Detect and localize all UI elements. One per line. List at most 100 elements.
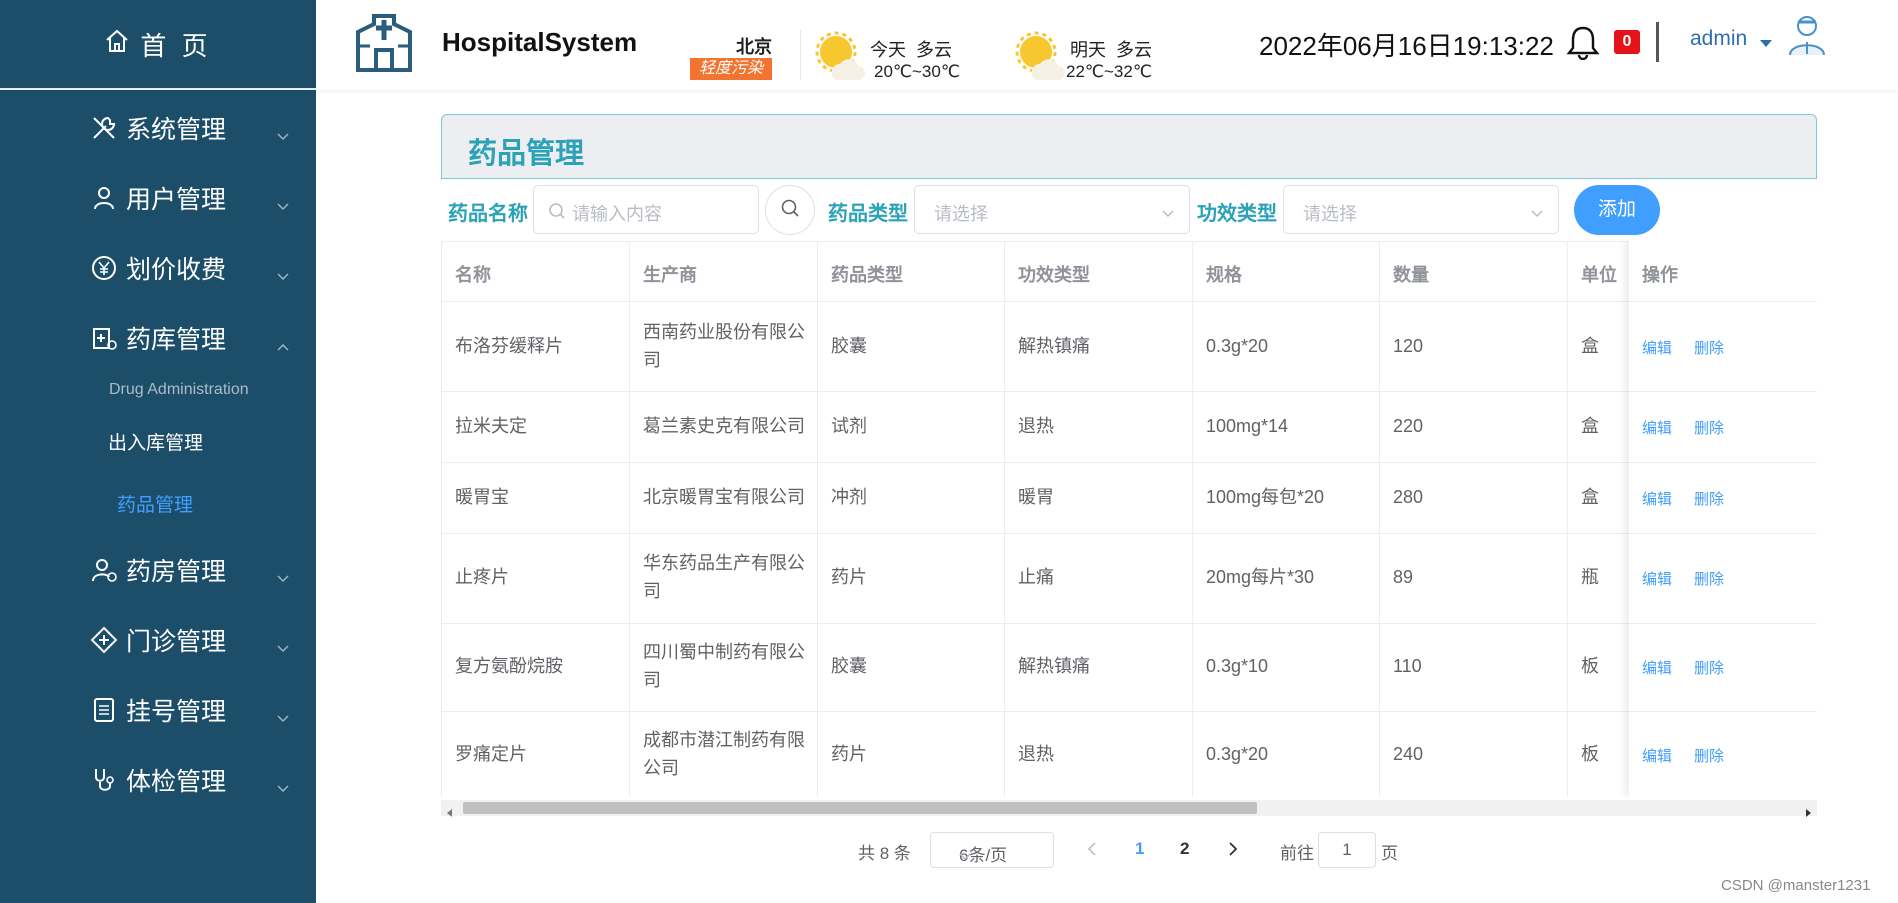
cell-name: 布洛芬缓释片 xyxy=(455,336,563,356)
edit-button[interactable]: 编辑 xyxy=(1642,488,1672,509)
goto-page-input[interactable]: 1 xyxy=(1318,832,1376,868)
row-divider xyxy=(1629,301,1817,302)
row-divider xyxy=(1629,391,1817,392)
row-divider xyxy=(441,301,1817,302)
cell-spec: 0.3g*20 xyxy=(1206,744,1269,764)
row-divider xyxy=(1629,623,1817,624)
row-divider xyxy=(441,391,1817,392)
sidebar-item-clinic[interactable]: 门诊管理 xyxy=(0,615,316,665)
app-name: HospitalSystem xyxy=(442,27,638,57)
notification-count-badge: 0 xyxy=(1614,30,1640,54)
doctor-avatar-icon[interactable] xyxy=(1786,12,1828,61)
edit-button[interactable]: 编辑 xyxy=(1642,745,1672,766)
scrollbar-thumb[interactable] xyxy=(463,802,1257,814)
horizontal-scrollbar[interactable] xyxy=(441,800,1817,817)
submenu-item-drug-management[interactable]: 药品管理 xyxy=(0,490,316,517)
cell-maker-cont: 公司 xyxy=(643,758,679,778)
drug-name-placeholder: 请输入内容 xyxy=(572,204,662,224)
sidebar-item-billing[interactable]: 划价收费 xyxy=(0,243,316,293)
drug-name-input[interactable]: 请输入内容 xyxy=(533,185,759,234)
top-header: HospitalSystem 北京 轻度污染 今天 多云 20℃~30℃ 明天 … xyxy=(316,0,1898,90)
column-header-effect-type: 功效类型 xyxy=(1018,265,1090,285)
pollution-badge: 轻度污染 xyxy=(690,58,772,80)
partly-cloudy-icon xyxy=(1012,30,1068,87)
cell-maker: 华东药品生产有限公 xyxy=(643,553,805,573)
column-divider xyxy=(1192,241,1193,797)
submenu-item-stock-io[interactable]: 出入库管理 xyxy=(0,428,316,455)
cell-effect-type: 暖胃 xyxy=(1018,487,1054,507)
edit-button[interactable]: 编辑 xyxy=(1642,568,1672,589)
sidebar-home[interactable]: 首 页 xyxy=(0,0,316,90)
effect-type-label: 功效类型 xyxy=(1197,203,1277,225)
column-header-maker: 生产商 xyxy=(643,265,697,285)
delete-button[interactable]: 删除 xyxy=(1694,657,1724,678)
goto-label: 前往 xyxy=(1280,844,1314,863)
edit-button[interactable]: 编辑 xyxy=(1642,417,1672,438)
cell-maker: 西南药业股份有限公 xyxy=(643,322,805,342)
cell-name: 拉米夫定 xyxy=(455,416,527,436)
page-number-current[interactable]: 1 xyxy=(1135,839,1144,859)
delete-button[interactable]: 删除 xyxy=(1694,337,1724,358)
weather-tomorrow-temp: 22℃~32℃ xyxy=(1066,62,1152,81)
bell-icon[interactable] xyxy=(1566,24,1600,65)
sidebar-item-checkup[interactable]: 体检管理 xyxy=(0,755,316,805)
page-size-select[interactable]: 6条/页 xyxy=(930,832,1054,868)
hospital-logo-icon xyxy=(352,6,416,77)
delete-button[interactable]: 删除 xyxy=(1694,417,1724,438)
home-icon xyxy=(104,28,130,61)
column-header-drug-type: 药品类型 xyxy=(831,265,903,285)
scroll-left-icon[interactable] xyxy=(446,804,454,822)
cell-effect-type: 解热镇痛 xyxy=(1018,656,1090,676)
user-menu[interactable]: admin xyxy=(1690,27,1747,51)
prev-page-icon[interactable] xyxy=(1087,842,1097,861)
cell-drug-type: 冲剂 xyxy=(831,487,867,507)
medicine-cabinet-icon xyxy=(88,322,120,354)
page-title-bar: 药品管理 xyxy=(441,114,1817,179)
submenu-group-title: Drug Administration xyxy=(109,381,249,398)
edit-button[interactable]: 编辑 xyxy=(1642,337,1672,358)
sidebar-item-users[interactable]: 用户管理 xyxy=(0,173,316,223)
chevron-down-icon xyxy=(276,772,290,801)
chevron-down-icon xyxy=(1161,206,1175,224)
register-icon xyxy=(88,694,120,726)
sidebar-item-registration[interactable]: 挂号管理 xyxy=(0,685,316,735)
drug-type-select[interactable]: 请选择 xyxy=(914,185,1190,234)
effect-type-select[interactable]: 请选择 xyxy=(1283,185,1559,234)
add-button[interactable]: 添加 xyxy=(1574,185,1660,235)
cell-quantity: 280 xyxy=(1393,487,1424,507)
sidebar-item-system[interactable]: 系统管理 xyxy=(0,103,316,153)
delete-button[interactable]: 删除 xyxy=(1694,745,1724,766)
weather-today-label: 今天 多云 xyxy=(870,40,953,60)
sidebar-item-label: 用户管理 xyxy=(126,186,227,214)
sidebar-item-drug-store[interactable]: 药库管理 xyxy=(0,313,316,363)
delete-button[interactable]: 删除 xyxy=(1694,488,1724,509)
drug-type-placeholder: 请选择 xyxy=(934,204,988,224)
user-icon xyxy=(88,182,120,214)
cell-spec: 20mg每片*30 xyxy=(1206,567,1315,587)
cell-spec: 0.3g*20 xyxy=(1206,336,1269,356)
operations-column: 操作 编辑 删除 编辑 删除 编辑 删除 编辑 删除 编辑 删除 编辑 删除 xyxy=(1629,241,1817,797)
column-divider xyxy=(1379,241,1380,797)
watermark: CSDN @manster1231 xyxy=(1721,877,1871,894)
sidebar-item-label: 挂号管理 xyxy=(126,698,227,726)
submenu-item-label: 出入库管理 xyxy=(108,433,204,454)
edit-button[interactable]: 编辑 xyxy=(1642,657,1672,678)
sidebar-item-pharmacy[interactable]: 药房管理 xyxy=(0,545,316,595)
cell-maker-cont: 司 xyxy=(643,350,661,370)
cell-quantity: 120 xyxy=(1393,336,1424,356)
table-border xyxy=(441,241,1817,242)
search-button[interactable] xyxy=(765,185,815,235)
chevron-up-icon xyxy=(276,330,290,359)
caret-down-icon[interactable] xyxy=(1759,36,1773,54)
column-header-unit: 单位 xyxy=(1581,265,1617,285)
row-divider xyxy=(441,623,1817,624)
page-number[interactable]: 2 xyxy=(1180,839,1189,859)
search-icon xyxy=(548,202,566,225)
chevron-down-icon xyxy=(276,632,290,661)
next-page-icon[interactable] xyxy=(1228,842,1238,861)
delete-button[interactable]: 删除 xyxy=(1694,568,1724,589)
scroll-right-icon[interactable] xyxy=(1804,804,1812,822)
cell-effect-type: 退热 xyxy=(1018,744,1054,764)
cell-maker-cont: 司 xyxy=(643,581,661,601)
cell-name: 复方氨酚烷胺 xyxy=(455,656,563,676)
